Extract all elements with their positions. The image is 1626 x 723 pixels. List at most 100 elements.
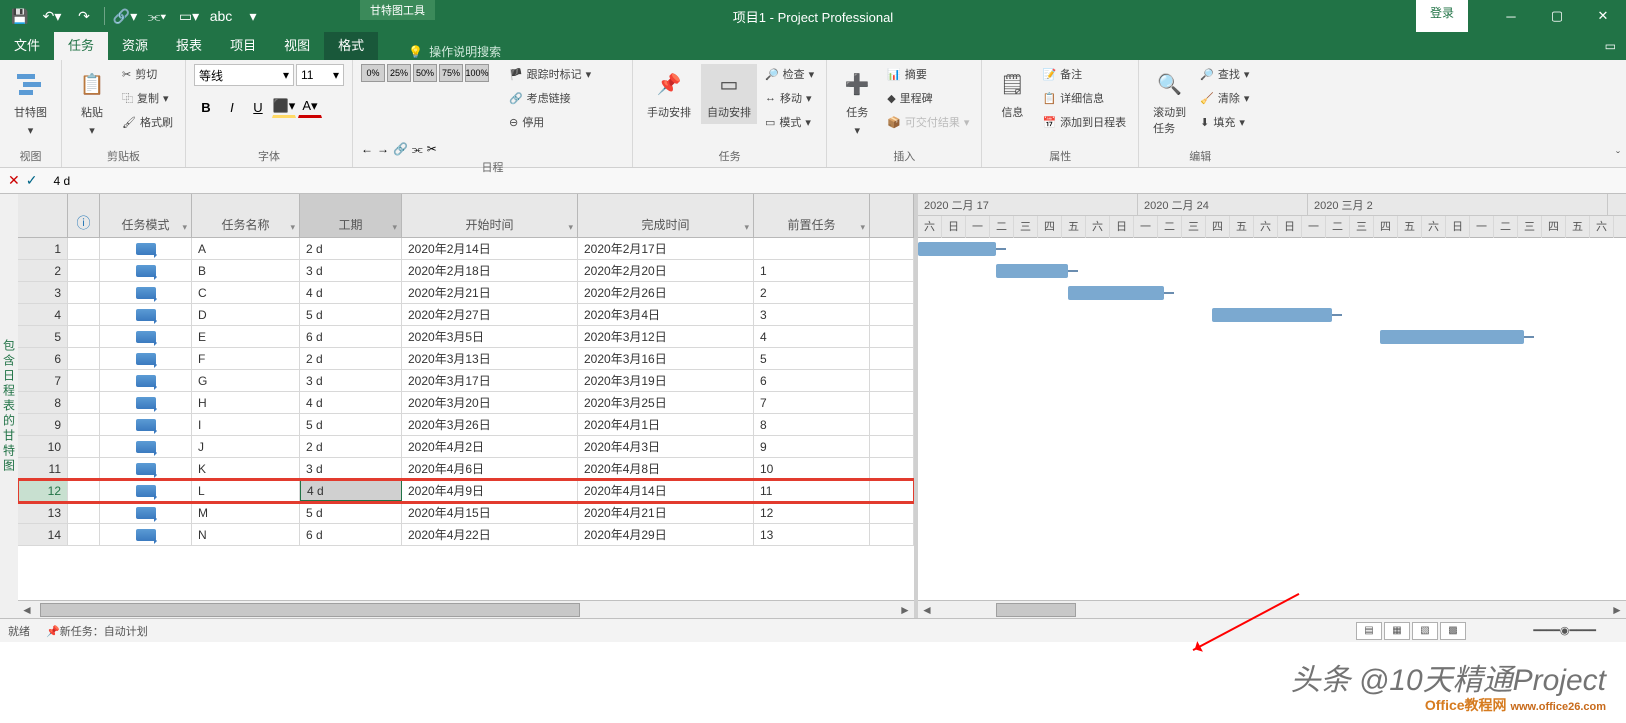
row-number[interactable]: 3 [18, 282, 68, 303]
cell-duration[interactable]: 5 d [300, 414, 402, 435]
cell-finish[interactable]: 2020年3月16日 [578, 348, 754, 369]
font-name-select[interactable]: 等线▾ [194, 64, 294, 86]
tab-file[interactable]: 文件 [0, 32, 54, 60]
cell-finish[interactable]: 2020年2月26日 [578, 282, 754, 303]
cell-extra[interactable] [870, 348, 914, 369]
fill-button[interactable]: ⬇填充▾ [1196, 112, 1253, 132]
cell-indicator[interactable] [68, 524, 100, 545]
header-add-column[interactable] [870, 194, 914, 238]
view-calendar-icon[interactable]: ▩ [1440, 622, 1466, 640]
row-number[interactable]: 13 [18, 502, 68, 523]
cell-name[interactable]: K [192, 458, 300, 479]
table-row[interactable]: 3 C 4 d 2020年2月21日 2020年2月26日 2 [18, 282, 914, 304]
cell-duration[interactable]: 3 d [300, 458, 402, 479]
cell-finish[interactable]: 2020年4月29日 [578, 524, 754, 545]
cell-finish[interactable]: 2020年4月14日 [578, 480, 754, 501]
cell-name[interactable]: J [192, 436, 300, 457]
table-hscroll[interactable]: ◄ ► [18, 600, 914, 618]
timeline-day[interactable]: 六 [918, 216, 942, 238]
cell-predecessor[interactable]: 11 [754, 480, 870, 501]
cell-extra[interactable] [870, 458, 914, 479]
close-icon[interactable]: ✕ [1580, 0, 1626, 32]
scroll-to-task-button[interactable]: 🔍 滚动到 任务 [1147, 64, 1192, 140]
timeline-day[interactable]: 五 [1398, 216, 1422, 238]
timeline-day[interactable]: 一 [1134, 216, 1158, 238]
tell-me-search[interactable]: 💡 操作说明搜索 [408, 43, 501, 60]
cell-mode[interactable] [100, 392, 192, 413]
unlink-icon[interactable]: ⫘▾ [143, 2, 171, 30]
timeline-day[interactable]: 二 [1326, 216, 1350, 238]
cell-duration[interactable]: 3 d [300, 260, 402, 281]
cell-finish[interactable]: 2020年4月8日 [578, 458, 754, 479]
cell-extra[interactable] [870, 370, 914, 391]
link-tasks-icon[interactable]: 🔗 [393, 142, 408, 157]
cell-predecessor[interactable]: 1 [754, 260, 870, 281]
cell-extra[interactable] [870, 502, 914, 523]
notes-button[interactable]: 📝备注 [1038, 64, 1130, 84]
ribbon-display-icon[interactable]: ▭ [1605, 39, 1616, 53]
cell-extra[interactable] [870, 326, 914, 347]
timeline-month[interactable]: 2020 三月 2 [1308, 194, 1608, 215]
mode-button[interactable]: ▭模式▾ [761, 112, 818, 132]
header-duration[interactable]: 工期▾ [300, 194, 402, 238]
milestone-button[interactable]: ◆里程碑 [883, 88, 973, 108]
cell-mode[interactable] [100, 326, 192, 347]
row-number[interactable]: 2 [18, 260, 68, 281]
timeline-day[interactable]: 一 [1302, 216, 1326, 238]
cell-name[interactable]: D [192, 304, 300, 325]
cell-duration[interactable]: 2 d [300, 238, 402, 259]
timeline-day[interactable]: 六 [1590, 216, 1614, 238]
scroll-thumb[interactable] [40, 603, 580, 617]
cell-indicator[interactable] [68, 326, 100, 347]
timeline-day[interactable]: 五 [1566, 216, 1590, 238]
cell-mode[interactable] [100, 524, 192, 545]
italic-button[interactable]: I [220, 96, 244, 118]
cell-indicator[interactable] [68, 502, 100, 523]
cell-start[interactable]: 2020年2月27日 [402, 304, 578, 325]
cell-mode[interactable] [100, 348, 192, 369]
cell-mode[interactable] [100, 260, 192, 281]
gantt-bar[interactable] [1212, 308, 1332, 322]
timeline-day[interactable]: 一 [966, 216, 990, 238]
collapse-ribbon-icon[interactable]: ˇ [1616, 149, 1620, 163]
cell-indicator[interactable] [68, 282, 100, 303]
cell-mode[interactable] [100, 414, 192, 435]
format-painter-button[interactable]: 🖌格式刷 [118, 112, 177, 132]
cancel-edit-icon[interactable]: ✕ [8, 172, 20, 189]
view-usage-icon[interactable]: ▦ [1384, 622, 1410, 640]
cell-predecessor[interactable]: 7 [754, 392, 870, 413]
manual-schedule-button[interactable]: 📌 手动安排 [641, 64, 697, 124]
track-marks-button[interactable]: 🏴跟踪时标记▾ [505, 64, 595, 84]
table-row[interactable]: 1 A 2 d 2020年2月14日 2020年2月17日 [18, 238, 914, 260]
cell-start[interactable]: 2020年3月13日 [402, 348, 578, 369]
timeline-day[interactable]: 四 [1206, 216, 1230, 238]
cell-duration[interactable]: 4 d [300, 480, 402, 501]
timeline-day[interactable]: 日 [1278, 216, 1302, 238]
minimize-icon[interactable]: ─ [1488, 0, 1534, 32]
timeline-day[interactable]: 六 [1422, 216, 1446, 238]
cell-name[interactable]: G [192, 370, 300, 391]
scroll-right-icon[interactable]: ► [896, 603, 914, 617]
gantt-chart-area[interactable] [918, 238, 1626, 600]
clear-button[interactable]: 🧹清除▾ [1196, 88, 1253, 108]
cell-mode[interactable] [100, 502, 192, 523]
timeline-day[interactable]: 日 [942, 216, 966, 238]
formula-input[interactable]: 4 d [45, 174, 1626, 188]
cell-indicator[interactable] [68, 238, 100, 259]
cell-finish[interactable]: 2020年4月1日 [578, 414, 754, 435]
insert-task-button[interactable]: ➕ 任务▾ [835, 64, 879, 141]
table-row[interactable]: 14 N 6 d 2020年4月22日 2020年4月29日 13 [18, 524, 914, 546]
header-start[interactable]: 开始时间▾ [402, 194, 578, 238]
tab-view[interactable]: 视图 [270, 32, 324, 60]
cell-mode[interactable] [100, 370, 192, 391]
font-color-button[interactable]: A▾ [298, 96, 322, 118]
cell-predecessor[interactable]: 12 [754, 502, 870, 523]
view-side-label[interactable]: 包含日程表的甘特图 [0, 194, 18, 618]
cell-mode[interactable] [100, 436, 192, 457]
cell-start[interactable]: 2020年4月6日 [402, 458, 578, 479]
table-row[interactable]: 11 K 3 d 2020年4月6日 2020年4月8日 10 [18, 458, 914, 480]
cell-predecessor[interactable]: 4 [754, 326, 870, 347]
cell-name[interactable]: M [192, 502, 300, 523]
table-row[interactable]: 5 E 6 d 2020年3月5日 2020年3月12日 4 [18, 326, 914, 348]
timeline-day[interactable]: 二 [1494, 216, 1518, 238]
